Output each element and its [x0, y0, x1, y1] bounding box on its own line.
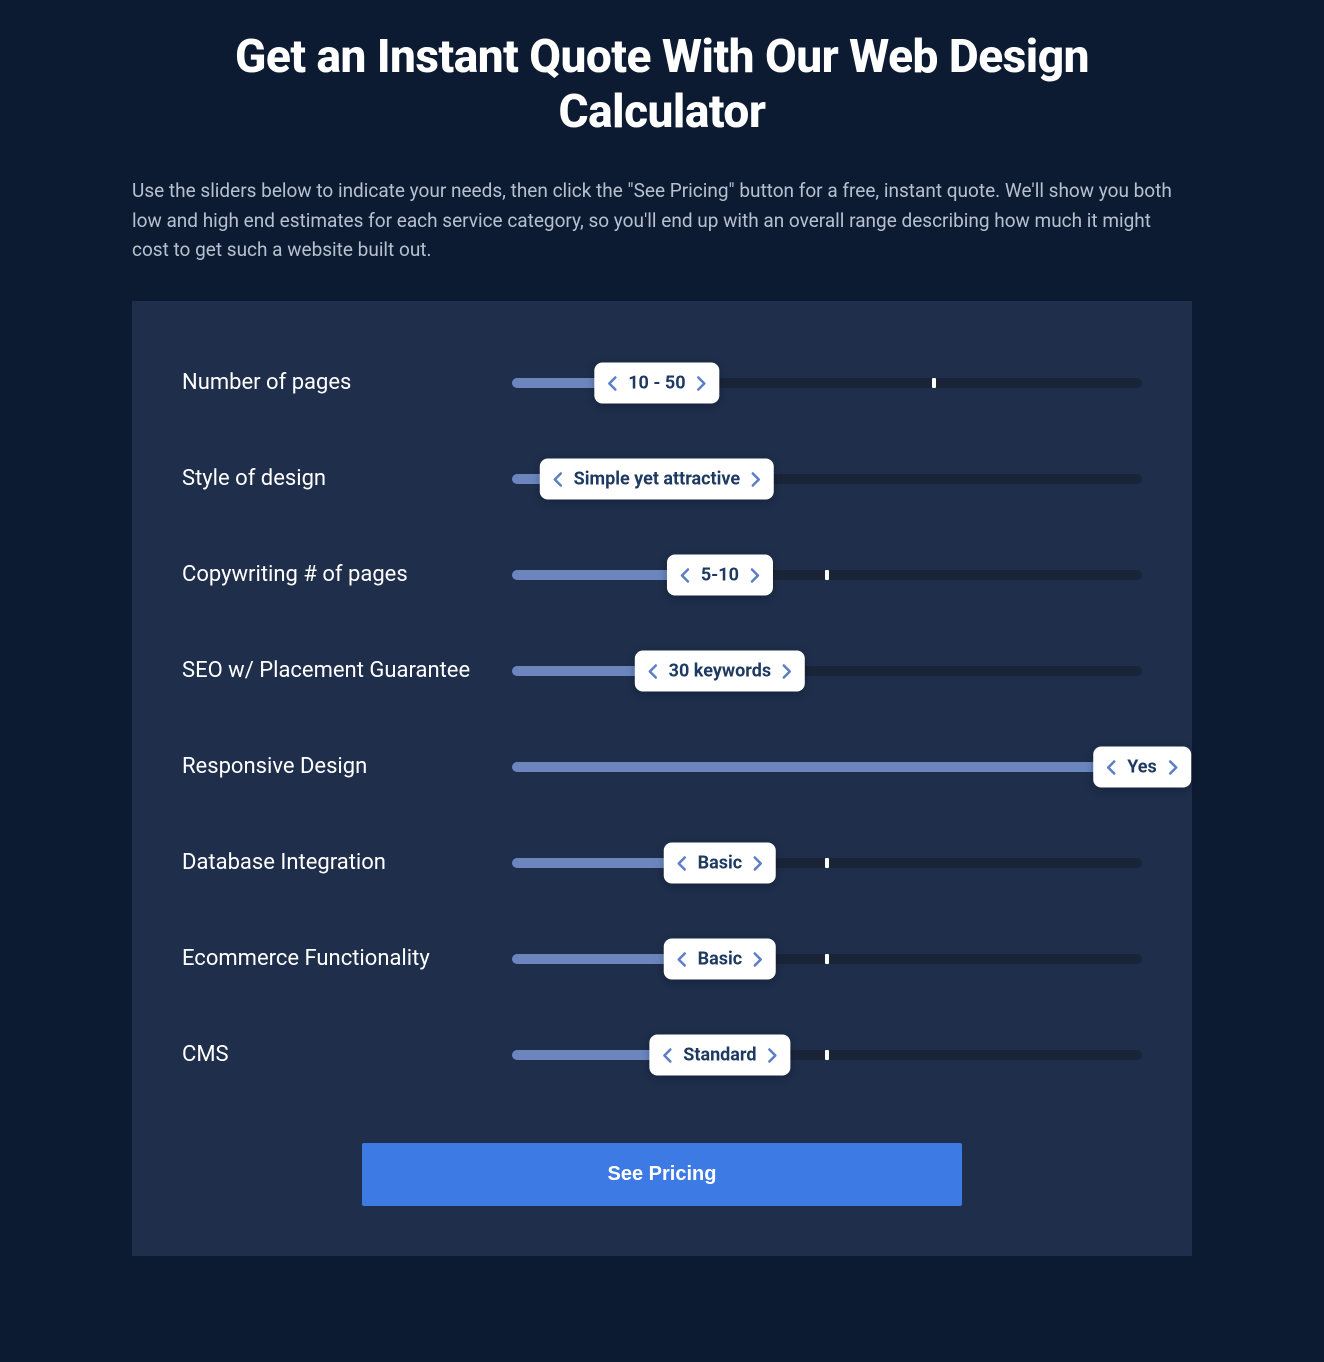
slider-label-cms: CMS: [182, 1040, 512, 1070]
slider-value-responsive-design: Yes: [1119, 756, 1165, 777]
slider-cms[interactable]: Standard: [512, 1035, 1142, 1075]
slider-label-ecommerce-functionality: Ecommerce Functionality: [182, 944, 512, 974]
slider-row-database-integration: Database Integration Basic: [182, 815, 1142, 911]
slider-label-copywriting-of-pages: Copywriting # of pages: [182, 560, 512, 590]
slider-label-seo-w-placement-guarantee: SEO w/ Placement Guarantee: [182, 656, 512, 686]
slider-row-style-of-design: Style of design Simple yet attractive: [182, 431, 1142, 527]
chevron-right-icon[interactable]: [748, 472, 762, 486]
chevron-left-icon[interactable]: [661, 1048, 675, 1062]
slider-tick: [825, 570, 829, 580]
slider-copywriting-of-pages[interactable]: 5-10: [512, 555, 1142, 595]
slider-handle-copywriting-of-pages[interactable]: 5-10: [667, 554, 773, 595]
slider-label-database-integration: Database Integration: [182, 848, 512, 878]
slider-track-empty: [657, 378, 1142, 388]
slider-track-fill: [512, 762, 1142, 772]
chevron-right-icon[interactable]: [694, 376, 708, 390]
slider-handle-seo-w-placement-guarantee[interactable]: 30 keywords: [635, 650, 805, 691]
slider-seo-w-placement-guarantee[interactable]: 30 keywords: [512, 651, 1142, 691]
slider-row-cms: CMS Standard: [182, 1007, 1142, 1103]
slider-handle-database-integration[interactable]: Basic: [664, 842, 777, 883]
chevron-left-icon[interactable]: [1105, 760, 1119, 774]
chevron-right-icon[interactable]: [750, 952, 764, 966]
chevron-left-icon[interactable]: [676, 952, 690, 966]
slider-row-number-of-pages: Number of pages 10 - 50: [182, 335, 1142, 431]
chevron-right-icon[interactable]: [1165, 760, 1179, 774]
slider-value-ecommerce-functionality: Basic: [690, 948, 751, 969]
slider-style-of-design[interactable]: Simple yet attractive: [512, 459, 1142, 499]
slider-row-copywriting-of-pages: Copywriting # of pages 5-10: [182, 527, 1142, 623]
chevron-right-icon[interactable]: [765, 1048, 779, 1062]
slider-handle-style-of-design[interactable]: Simple yet attractive: [540, 458, 774, 499]
chevron-right-icon[interactable]: [779, 664, 793, 678]
slider-track-empty: [720, 858, 1142, 868]
chevron-left-icon[interactable]: [647, 664, 661, 678]
slider-value-number-of-pages: 10 - 50: [620, 372, 693, 393]
slider-responsive-design[interactable]: Yes: [512, 747, 1142, 787]
slider-value-database-integration: Basic: [690, 852, 751, 873]
calculator-panel: Number of pages 10 - 50 Style of design Sim…: [132, 301, 1192, 1256]
slider-number-of-pages[interactable]: 10 - 50: [512, 363, 1142, 403]
slider-tick: [825, 858, 829, 868]
slider-label-responsive-design: Responsive Design: [182, 752, 512, 782]
chevron-left-icon[interactable]: [606, 376, 620, 390]
slider-handle-number-of-pages[interactable]: 10 - 50: [594, 362, 719, 403]
slider-ecommerce-functionality[interactable]: Basic: [512, 939, 1142, 979]
slider-label-style-of-design: Style of design: [182, 464, 512, 494]
chevron-left-icon[interactable]: [679, 568, 693, 582]
see-pricing-button[interactable]: See Pricing: [362, 1143, 962, 1206]
slider-row-seo-w-placement-guarantee: SEO w/ Placement Guarantee 30 keywords: [182, 623, 1142, 719]
slider-value-seo-w-placement-guarantee: 30 keywords: [661, 660, 779, 681]
page-description: Use the sliders below to indicate your n…: [132, 176, 1192, 264]
slider-tick: [932, 378, 936, 388]
slider-database-integration[interactable]: Basic: [512, 843, 1142, 883]
slider-tick: [825, 954, 829, 964]
slider-handle-ecommerce-functionality[interactable]: Basic: [664, 938, 777, 979]
chevron-left-icon[interactable]: [552, 472, 566, 486]
slider-value-copywriting-of-pages: 5-10: [693, 564, 747, 585]
slider-value-cms: Standard: [675, 1044, 764, 1065]
chevron-right-icon[interactable]: [747, 568, 761, 582]
chevron-right-icon[interactable]: [750, 856, 764, 870]
page-title: Get an Instant Quote With Our Web Design…: [202, 30, 1122, 140]
slider-track-empty: [720, 954, 1142, 964]
chevron-left-icon[interactable]: [676, 856, 690, 870]
slider-handle-responsive-design[interactable]: Yes: [1093, 746, 1191, 787]
slider-label-number-of-pages: Number of pages: [182, 368, 512, 398]
slider-tick: [825, 1050, 829, 1060]
slider-row-ecommerce-functionality: Ecommerce Functionality Basic: [182, 911, 1142, 1007]
slider-handle-cms[interactable]: Standard: [649, 1034, 790, 1075]
slider-track-empty: [720, 570, 1142, 580]
slider-row-responsive-design: Responsive DesignYes: [182, 719, 1142, 815]
slider-value-style-of-design: Simple yet attractive: [566, 468, 748, 489]
